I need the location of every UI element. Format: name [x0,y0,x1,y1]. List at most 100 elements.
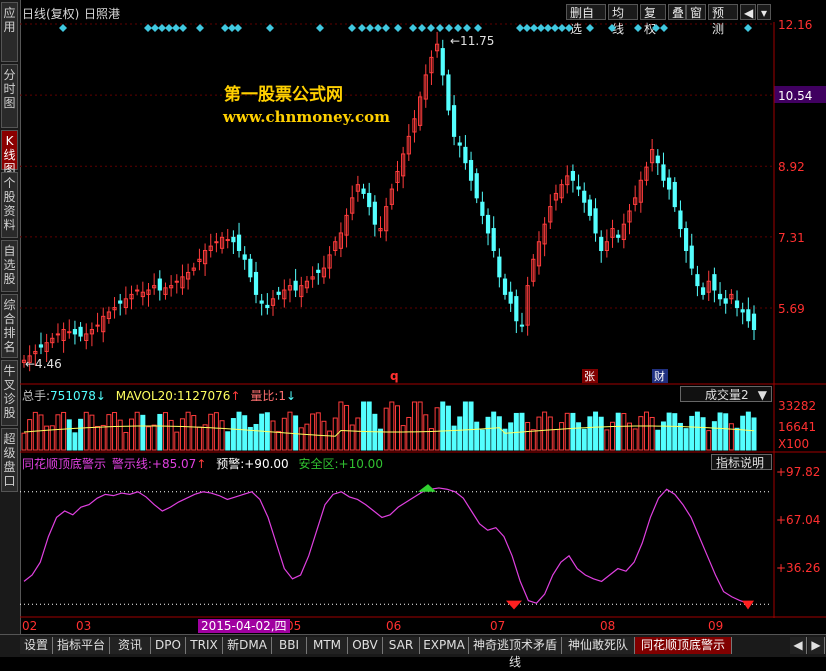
candle-body [689,245,694,269]
signal-diamond [454,24,462,32]
indicator-name: 同花顺顶底警示 [22,457,107,471]
candle-body [740,309,745,313]
bottom-tab-7[interactable]: MTM [307,637,348,654]
bottom-tab-13[interactable]: 同花顺顶底警示 [635,637,732,654]
volume-bar [281,417,287,451]
indicator-axis-label: +97.82 [776,465,820,479]
bottom-tab-2[interactable]: 资讯 [110,637,151,654]
bottom-tab-4[interactable]: TRIX [186,637,223,654]
candle-body [667,177,672,190]
volume-bar [310,413,316,451]
signal-diamond [374,24,382,32]
volume-bar [468,401,474,451]
signal-diamond [530,24,538,32]
candle-body [316,269,321,273]
signal-diamond [144,24,152,32]
volume-bar [728,423,734,451]
bottom-tab-8[interactable]: OBV [348,637,383,654]
volume-bar [276,430,282,451]
signal-diamond [652,24,660,32]
candle-body [451,105,457,137]
warn-line-value: +85.07 [151,457,197,471]
volume-bar [672,413,678,451]
volume-bar [604,429,610,451]
volume-bar [349,424,355,451]
time-axis-label: 06 [386,619,401,633]
bottom-tab-10[interactable]: EXPMA [420,637,469,654]
volume-bar [723,413,729,451]
volume-bar [542,411,548,451]
signal-diamond [436,24,444,32]
signal-diamond [59,24,67,32]
volume-bar [655,429,661,451]
volume-bar [553,429,559,451]
volume-bar [145,426,151,451]
signal-diamond [348,24,356,32]
volume-bar [129,418,135,451]
bottom-tab-11[interactable]: 神奇逃顶术矛盾线 [469,637,562,669]
price-axis-label: 12.16 [778,18,812,32]
candle-body [734,300,740,309]
candle-body [683,228,689,252]
signal-diamond [427,24,435,32]
event-marker: 张 [584,370,595,383]
volume-bar [394,405,400,451]
safe-zone-value: +10.00 [338,457,383,471]
volume-selector[interactable]: 成交量2 ▼ [680,386,772,402]
candle-body [135,289,140,292]
candle-body [225,239,230,242]
volume-bar [700,417,706,451]
candle-body [259,300,264,304]
bottom-tab-1[interactable]: 指标平台 [53,637,110,654]
volume-bar [168,419,174,451]
candle-body [712,274,717,291]
volume-bar [174,431,180,451]
candle-body [67,331,72,334]
candle-body [672,181,677,208]
volume-bar [162,412,168,451]
indicator-help-button[interactable]: 指标说明 [711,454,772,470]
bottom-tab-9[interactable]: SAR [383,637,420,654]
bottom-warning-mark [506,600,522,610]
price-axis-label: 10.54 [778,89,812,103]
arrow-up-icon: ↑ [196,457,207,471]
bottom-tab-3[interactable]: DPO [151,637,186,654]
volume-bar [61,411,67,451]
bottom-tab-0[interactable]: 设置 [20,637,53,654]
volume-bar [191,415,197,451]
bottom-tab-12[interactable]: 神仙敢死队 [562,637,635,654]
volume-bar [44,425,50,451]
chart-canvas[interactable]: 12.16 10.54 8.92 7.31 5.69 ←11.75 ←4.46 q 张 财 3328… [0,0,826,656]
volume-bar [123,431,129,451]
candle-body [367,192,372,208]
volume-bar [344,404,350,451]
candle-body [497,256,502,278]
signal-diamond [586,24,594,32]
candle-body [457,142,462,146]
candle-body [214,241,219,244]
candle-body [717,293,723,300]
scroll-right-icon[interactable]: ▶ [808,637,825,654]
volume-bar [270,420,276,451]
volume-axis-label: 16641 [778,420,816,434]
volume-bar [287,411,293,451]
candle-body [700,287,706,295]
signal-diamond [196,24,204,32]
volume-bar [559,422,565,451]
volume-bar [694,411,700,451]
volume-bar [689,415,695,451]
scroll-left-icon[interactable]: ◀ [790,637,807,654]
event-marker: q [390,369,399,383]
volume-bar [55,414,61,451]
signal-diamond [608,24,616,32]
volume-bar [95,425,101,451]
volume-bar [38,414,44,451]
volume-bar [643,411,649,451]
volume-bar [530,429,536,451]
volume-bar [734,427,740,451]
candle-body [174,280,179,283]
volume-bar [179,418,185,451]
indicator-axis-label: +67.04 [776,513,820,527]
bottom-tab-5[interactable]: 新DMA [223,637,272,654]
bottom-tab-6[interactable]: BBI [272,637,307,654]
